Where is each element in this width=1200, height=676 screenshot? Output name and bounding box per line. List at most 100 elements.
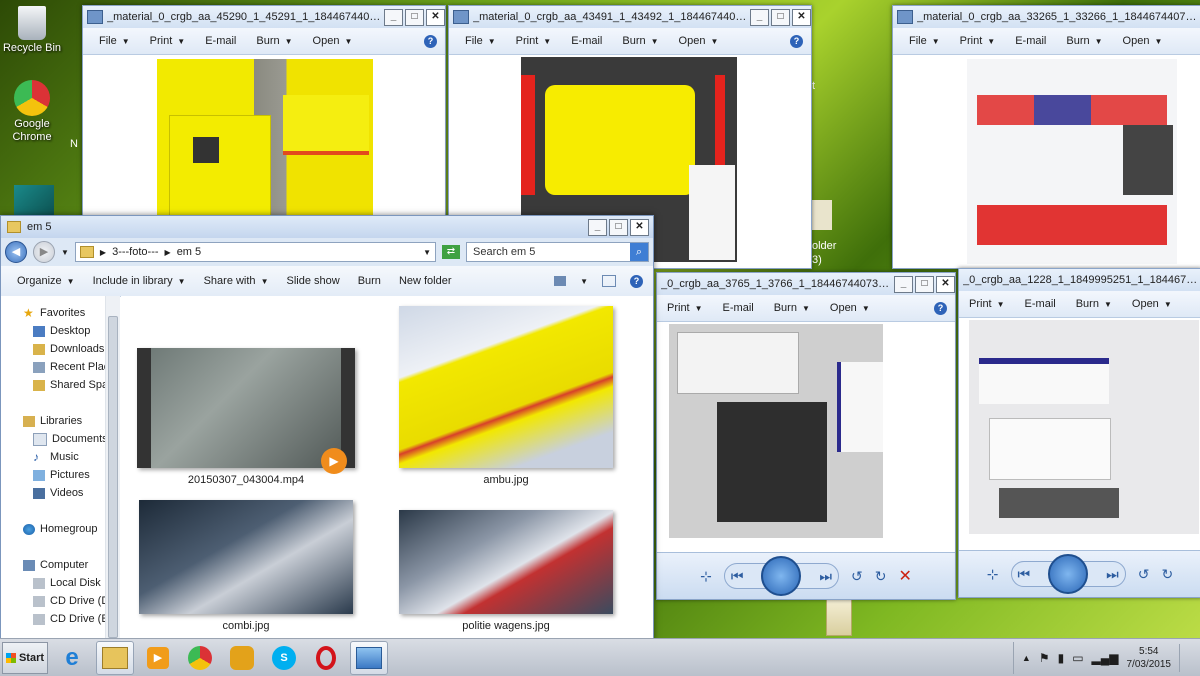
recycle-bin-icon[interactable]: Recycle Bin bbox=[0, 6, 64, 55]
window-titlebar[interactable]: _material_0_crgb_aa_43491_1_43492_1_1844… bbox=[449, 6, 811, 28]
address-bar[interactable]: ▶ 3---foto--- ▶ em 5 ▼ bbox=[74, 242, 436, 262]
window-titlebar[interactable]: _material_0_crgb_aa_33265_1_33266_1_1844… bbox=[893, 6, 1200, 28]
email-button[interactable]: E-mail bbox=[723, 302, 754, 314]
open-menu[interactable]: Open ▼ bbox=[1132, 298, 1172, 310]
forward-button[interactable]: ▶ bbox=[33, 241, 55, 263]
nav-local-disk[interactable]: Local Disk bbox=[1, 574, 105, 592]
help-icon[interactable]: ? bbox=[790, 34, 803, 48]
print-menu[interactable]: Print ▼ bbox=[150, 35, 186, 47]
action-center-flag-icon[interactable]: ⚑ bbox=[1039, 651, 1050, 665]
open-menu[interactable]: Open ▼ bbox=[830, 302, 870, 314]
start-button[interactable]: Start bbox=[2, 641, 48, 674]
change-view-icon[interactable] bbox=[554, 276, 567, 286]
minimize-button[interactable]: _ bbox=[384, 8, 403, 26]
rotate-cw-icon[interactable]: ↻ bbox=[1161, 566, 1173, 583]
new-folder-button[interactable]: New folder bbox=[399, 275, 452, 287]
breadcrumb-item[interactable]: 3---foto--- bbox=[112, 246, 158, 258]
rotate-cw-icon[interactable]: ↻ bbox=[875, 568, 887, 585]
nav-music[interactable]: ♪ Music bbox=[1, 448, 105, 466]
nav-cd-drive-e[interactable]: CD Drive (E bbox=[1, 610, 105, 628]
previous-icon[interactable]: ⏮ bbox=[731, 568, 744, 585]
photo-viewer-window-4[interactable]: _0_crgb_aa_3765_1_3766_1_184467440737095… bbox=[656, 272, 956, 600]
slideshow-button[interactable] bbox=[1048, 554, 1089, 594]
preview-pane-icon[interactable] bbox=[602, 275, 616, 287]
maximize-button[interactable]: □ bbox=[771, 8, 790, 26]
email-button[interactable]: E-mail bbox=[1025, 298, 1056, 310]
window-titlebar[interactable]: _0_crgb_aa_1228_1_1849995251_1_184467440… bbox=[959, 269, 1200, 291]
next-icon[interactable]: ⏭ bbox=[1106, 566, 1119, 583]
delete-icon[interactable]: ✕ bbox=[899, 566, 912, 586]
fit-to-window-icon[interactable]: ⊹ bbox=[987, 566, 999, 583]
search-icon[interactable]: ⌕ bbox=[630, 243, 648, 261]
back-button[interactable]: ◀ bbox=[5, 241, 27, 263]
nav-favorites[interactable]: ★ Favorites bbox=[1, 304, 105, 322]
burn-menu[interactable]: Burn ▼ bbox=[256, 35, 292, 47]
file-item-combi[interactable]: combi.jpg bbox=[139, 500, 353, 632]
network-signal-icon[interactable]: ▂▄▆ bbox=[1092, 651, 1119, 665]
minimize-button[interactable]: _ bbox=[894, 275, 913, 293]
show-hidden-icons-icon[interactable]: ▲ bbox=[1022, 653, 1031, 663]
file-item-ambu[interactable]: ambu.jpg bbox=[399, 306, 613, 486]
maximize-button[interactable]: □ bbox=[609, 218, 628, 236]
maximize-button[interactable]: □ bbox=[405, 8, 424, 26]
burn-menu[interactable]: Burn ▼ bbox=[1066, 35, 1102, 47]
file-menu[interactable]: File ▼ bbox=[909, 35, 940, 47]
navigation-scrollbar[interactable] bbox=[105, 296, 120, 641]
breadcrumb-item[interactable]: em 5 bbox=[177, 246, 201, 258]
nav-pictures[interactable]: Pictures bbox=[1, 466, 105, 484]
close-button[interactable]: ✕ bbox=[426, 8, 445, 26]
skype-taskbar-icon[interactable]: S bbox=[266, 642, 302, 674]
google-chrome-icon[interactable]: Google Chrome bbox=[0, 80, 64, 144]
chrome-taskbar-icon[interactable] bbox=[182, 642, 218, 674]
photo-viewer-taskbar-icon[interactable] bbox=[350, 640, 388, 675]
next-icon[interactable]: ⏭ bbox=[819, 568, 832, 585]
print-menu[interactable]: Print ▼ bbox=[667, 302, 703, 314]
desktop-shortcut-icon[interactable] bbox=[14, 185, 54, 215]
include-in-library-menu[interactable]: Include in library ▼ bbox=[93, 275, 186, 287]
photo-viewer-window-3[interactable]: _material_0_crgb_aa_33265_1_33266_1_1844… bbox=[892, 5, 1200, 269]
desktop-folder-icon[interactable] bbox=[812, 200, 832, 230]
media-player-taskbar-icon[interactable]: ▶ bbox=[140, 642, 176, 674]
open-menu[interactable]: Open ▼ bbox=[1123, 35, 1163, 47]
email-button[interactable]: E-mail bbox=[205, 35, 236, 47]
window-titlebar[interactable]: _0_crgb_aa_3765_1_3766_1_184467440737095… bbox=[657, 273, 955, 295]
file-item-politie[interactable]: politie wagens.jpg bbox=[399, 510, 613, 632]
maximize-button[interactable]: □ bbox=[915, 275, 934, 293]
clock[interactable]: 5:54 7/03/2015 bbox=[1127, 645, 1172, 671]
help-icon[interactable]: ? bbox=[630, 274, 643, 288]
window-titlebar[interactable]: _material_0_crgb_aa_45290_1_45291_1_1844… bbox=[83, 6, 445, 28]
nav-downloads[interactable]: Downloads bbox=[1, 340, 105, 358]
rotate-ccw-icon[interactable]: ↺ bbox=[851, 568, 863, 585]
power-icon[interactable]: ▮ bbox=[1058, 651, 1065, 665]
burn-button[interactable]: Burn bbox=[358, 275, 381, 287]
nav-desktop[interactable]: Desktop bbox=[1, 322, 105, 340]
burn-menu[interactable]: Burn ▼ bbox=[1076, 298, 1112, 310]
print-menu[interactable]: Print ▼ bbox=[969, 298, 1005, 310]
nav-recent-places[interactable]: Recent Plac bbox=[1, 358, 105, 376]
help-icon[interactable]: ? bbox=[934, 301, 947, 315]
explorer-taskbar-icon[interactable] bbox=[96, 640, 134, 675]
previous-icon[interactable]: ⏮ bbox=[1018, 566, 1031, 583]
fit-to-window-icon[interactable]: ⊹ bbox=[700, 568, 712, 585]
print-menu[interactable]: Print ▼ bbox=[516, 35, 552, 47]
slide-show-button[interactable]: Slide show bbox=[286, 275, 339, 287]
organize-menu[interactable]: Organize ▼ bbox=[17, 275, 75, 287]
scrollbar-thumb[interactable] bbox=[108, 316, 118, 638]
print-menu[interactable]: Print ▼ bbox=[960, 35, 996, 47]
burn-menu[interactable]: Burn ▼ bbox=[774, 302, 810, 314]
file-menu[interactable]: File ▼ bbox=[465, 35, 496, 47]
file-menu[interactable]: File ▼ bbox=[99, 35, 130, 47]
desktop-file-icon[interactable] bbox=[826, 598, 852, 636]
refresh-icon[interactable]: ⇄ bbox=[442, 245, 460, 259]
file-item-video[interactable]: ▶ 20150307_043004.mp4 bbox=[137, 348, 355, 486]
nav-computer[interactable]: Computer bbox=[1, 556, 105, 574]
slideshow-button[interactable] bbox=[761, 556, 802, 596]
internet-explorer-taskbar-icon[interactable]: e bbox=[54, 642, 90, 674]
show-desktop-button[interactable] bbox=[1179, 643, 1190, 672]
search-input[interactable]: Search em 5 ⌕ bbox=[466, 242, 649, 262]
opera-taskbar-icon[interactable] bbox=[308, 642, 344, 674]
nav-cd-drive-d[interactable]: CD Drive (D bbox=[1, 592, 105, 610]
nav-homegroup[interactable]: Homegroup bbox=[1, 520, 105, 538]
photo-viewer-window-1[interactable]: _material_0_crgb_aa_45290_1_45291_1_1844… bbox=[82, 5, 446, 219]
recent-pages-dropdown[interactable]: ▼ bbox=[61, 248, 69, 257]
